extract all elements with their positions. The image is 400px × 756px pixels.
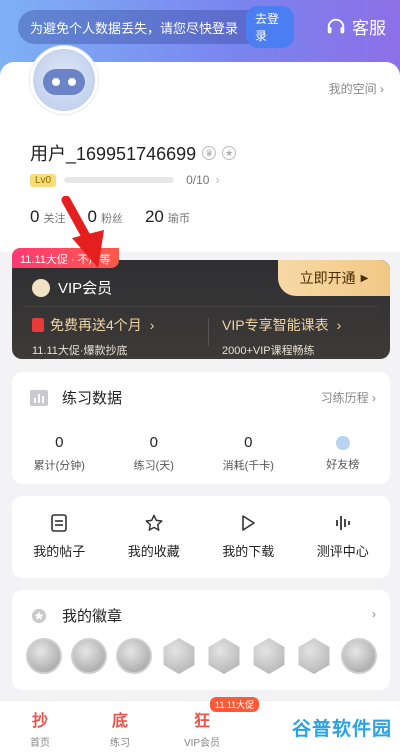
watermark-logo: 谷普软件园 (291, 719, 392, 740)
practice-card: 练习数据 习练历程 › 0 累计(分钟) 0 练习(天) 0 消耗(千卡) 好友… (12, 372, 390, 484)
badges-title: 我的徽章 (62, 608, 123, 625)
username-text: 用户_169951746699 (30, 144, 197, 164)
my-space-label: 我的空间 (328, 82, 377, 96)
stat-value: 20 (144, 207, 164, 226)
vip-divider (24, 306, 378, 307)
vip-right-main: VIP专享智能课表 (222, 317, 329, 333)
badge-medal[interactable] (341, 638, 377, 674)
vip-free-months[interactable]: 免费再送4个月 › 11.11大促·爆款抄底 (32, 315, 154, 358)
quick-label: 我的收藏 (127, 544, 180, 559)
level-badge: Lv0 (30, 173, 57, 187)
notice-text: 为避免个人数据丢失，请您尽快登录 (30, 20, 239, 36)
avatar[interactable] (30, 46, 98, 114)
metric-label: 练习(天) (133, 460, 174, 472)
tab-promo-flag: 11.11大促 (210, 697, 260, 712)
metric-label: 累计(分钟) (33, 460, 85, 472)
globe-icon (335, 436, 350, 450)
level-progress-bar (64, 177, 175, 183)
vip-title: VIP会员 (32, 277, 112, 298)
triangle-right-icon: ▶ (360, 272, 369, 284)
quick-label: 测评中心 (316, 544, 369, 559)
metric-minutes: 0 累计(分钟) (12, 434, 107, 473)
my-space-link[interactable]: 我的空间 › (329, 80, 384, 97)
bar-chart-icon (30, 389, 48, 406)
badge-medal[interactable] (26, 638, 62, 674)
tab-label: 练习 (110, 738, 130, 749)
open-vip-button[interactable]: 立即开通 ▶ (278, 260, 390, 296)
star-badge-icon: ★ (222, 146, 237, 160)
practice-metrics: 0 累计(分钟) 0 练习(天) 0 消耗(千卡) 好友榜 (12, 434, 390, 473)
play-icon (242, 515, 256, 531)
vip-left-main: 免费再送4个月 (50, 317, 142, 333)
chevron-right-icon: › (215, 173, 220, 187)
practice-header: 练习数据 (30, 387, 122, 408)
badge-medal[interactable] (208, 638, 240, 674)
practice-title: 练习数据 (62, 390, 123, 407)
red-packet-icon (32, 318, 44, 332)
badge-row (26, 638, 386, 674)
metric-friend-ranking[interactable]: 好友榜 (296, 434, 391, 473)
practice-history-label: 习练历程 (320, 391, 369, 405)
tab-practice[interactable]: 底 练习 (90, 707, 150, 749)
stat-coins[interactable]: 20 瑜币 (145, 207, 190, 227)
metric-calories: 0 消耗(千卡) (201, 434, 296, 473)
document-icon (51, 514, 68, 532)
my-downloads-button[interactable]: 我的下载 (201, 496, 296, 578)
tab-label: VIP会员 (183, 738, 221, 749)
quick-label: 我的帖子 (33, 544, 86, 559)
chevron-right-icon: › (149, 317, 155, 333)
service-label: 客服 (352, 19, 386, 38)
vip-logo-icon (32, 278, 50, 297)
practice-history-link[interactable]: 习练历程 › (321, 389, 376, 406)
waveform-icon (335, 516, 350, 530)
chevron-right-icon: › (336, 317, 342, 333)
vip-title-text: VIP会员 (58, 280, 113, 297)
badge-medal[interactable] (71, 638, 107, 674)
tab-label: 首页 (30, 738, 50, 749)
headset-icon (327, 18, 345, 33)
login-notice: 为避免个人数据丢失，请您尽快登录 去登录 (18, 6, 294, 48)
login-button[interactable]: 去登录 (246, 6, 294, 48)
avatar-eye-left (52, 78, 60, 86)
stat-label: 瑜币 (167, 213, 190, 225)
assessment-center-button[interactable]: 测评中心 (296, 496, 391, 578)
metric-value: 0 (244, 434, 253, 451)
vip-smart-schedule[interactable]: VIP专享智能课表 › 2000+VIP课程畅练 (222, 315, 341, 358)
username: 用户_169951746699 ♛ ★ (30, 140, 237, 166)
badges-card[interactable]: 我的徽章 › (12, 590, 390, 690)
star-icon (145, 514, 163, 531)
metric-days: 0 练习(天) (107, 434, 202, 473)
stat-value: 0 (30, 207, 40, 226)
metric-value: 0 (55, 434, 64, 451)
my-favorites-button[interactable]: 我的收藏 (107, 496, 202, 578)
quick-label: 我的下载 (222, 544, 275, 559)
badges-header: 我的徽章 (30, 605, 122, 626)
level-progress-text: 0/10 (186, 173, 210, 187)
metric-label: 消耗(千卡) (222, 460, 274, 472)
medal-icon (31, 608, 47, 623)
vip-right-sub: 2000+VIP课程畅练 (222, 345, 315, 357)
badge-medal[interactable] (253, 638, 285, 674)
customer-service-button[interactable]: 客服 (325, 14, 386, 39)
crown-icon: ♛ (202, 146, 217, 160)
vip-separator (208, 318, 209, 346)
tab-icon: 抄 (31, 713, 48, 730)
badge-medal[interactable] (298, 638, 330, 674)
tab-home[interactable]: 抄 首页 (10, 707, 70, 749)
badge-medal[interactable] (116, 638, 152, 674)
quick-links-card: 我的帖子 我的收藏 我的下载 测评中心 (12, 496, 390, 578)
red-arrow-icon (61, 196, 104, 268)
avatar-eye-right (68, 78, 76, 86)
metric-label: 好友榜 (326, 459, 360, 471)
chevron-right-icon: › (372, 607, 376, 621)
level-row[interactable]: Lv0 0/10 › (30, 173, 219, 187)
vip-left-sub: 11.11大促·爆款抄底 (32, 345, 128, 357)
metric-value: 0 (149, 434, 158, 451)
tab-vip[interactable]: 狂 VIP会员 (172, 707, 232, 749)
avatar-face (43, 69, 85, 95)
my-posts-button[interactable]: 我的帖子 (12, 496, 107, 578)
tab-icon: 底 (111, 713, 128, 730)
open-vip-label: 立即开通 (299, 270, 356, 286)
badge-medal[interactable] (163, 638, 195, 674)
